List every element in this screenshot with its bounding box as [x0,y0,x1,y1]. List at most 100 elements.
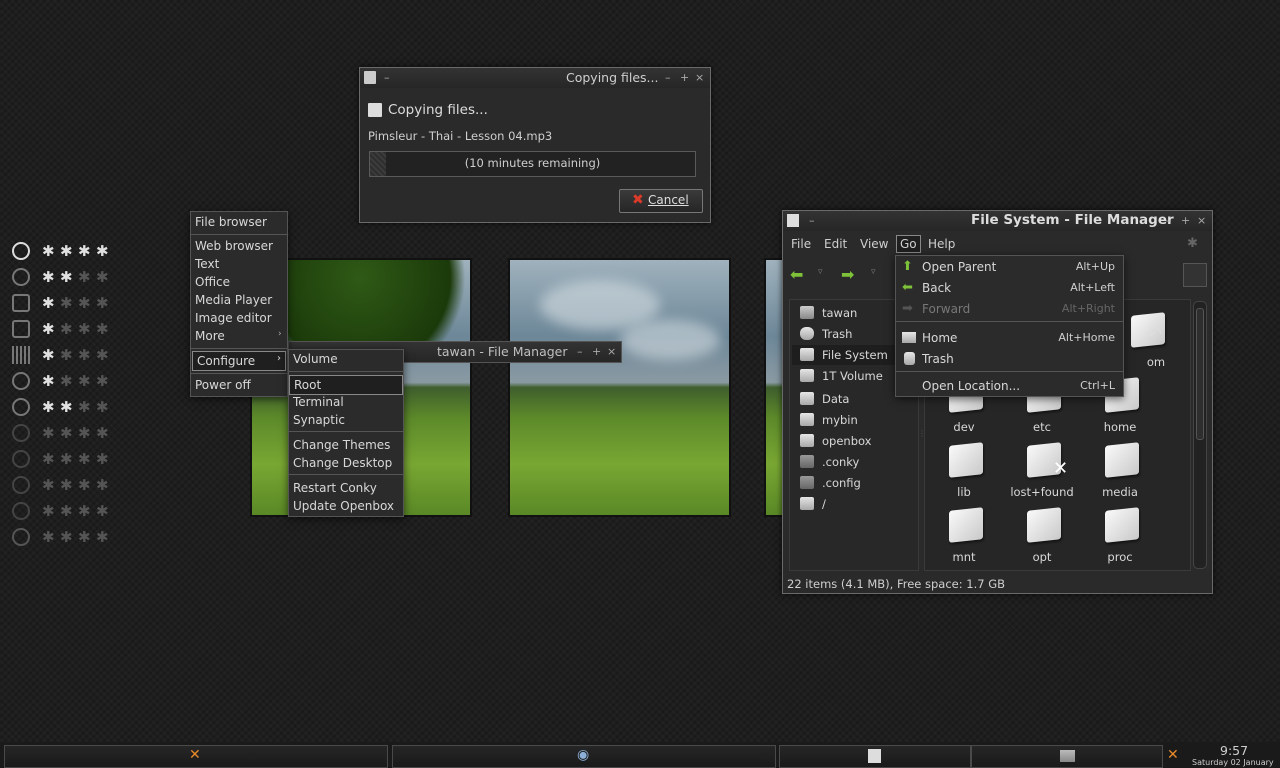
star-icon: ✱ [78,398,91,416]
no-access-icon: ✕ [1053,458,1069,479]
star-icon: ✱ [96,320,109,338]
star-icon: ✱ [42,502,55,520]
folder-icon [800,455,814,468]
menu-item-change-themes[interactable]: Change Themes [289,436,403,454]
minimize-icon[interactable]: – [665,71,671,84]
trash-icon [800,327,814,340]
dropdown-icon[interactable]: ▿ [818,267,823,277]
star-icon: ✱ [42,398,55,416]
file-manager-titlebar[interactable]: – File System - File Manager – + × [783,211,1212,231]
copy-heading: Copying files... [388,102,488,118]
taskbar-item[interactable]: ◉ [392,745,776,768]
menu-item-update-openbox[interactable]: Update Openbox [289,497,403,515]
wallpaper-preview-2[interactable] [508,258,731,517]
menu-item-file-browser[interactable]: File browser [191,213,287,231]
cancel-button[interactable]: ✖ Cancel [619,189,703,213]
bg-window-title: tawan - File Manager [437,344,568,359]
document-icon [12,294,30,312]
menu-item-configure[interactable]: Configure [192,351,286,371]
star-icon: ✱ [78,372,91,390]
close-icon[interactable]: × [607,345,616,358]
menu-item-office[interactable]: Office [191,273,287,291]
go-forward[interactable]: ➡ Forward Alt+Right [896,300,1123,318]
folder-media[interactable]: media [1085,442,1155,504]
tree-image [272,260,470,350]
star-icon: ✱ [78,424,91,442]
menu-item-web-browser[interactable]: Web browser [191,237,287,255]
go-menu: ⬆ Open Parent Alt+Up ⬅ Back Alt+Left ➡ Forwar… [895,255,1124,397]
minimize-icon[interactable]: – [1166,214,1172,227]
taskbar-item[interactable] [779,745,971,768]
menu-item-change-desktop[interactable]: Change Desktop [289,454,403,472]
tools-icon[interactable]: ✕ [1167,747,1179,763]
star-icon: ✱ [78,346,91,364]
star-icon: ✱ [42,346,55,364]
star-icon: ✱ [60,320,73,338]
close-icon[interactable]: × [1197,214,1206,227]
maximize-icon[interactable]: + [680,71,689,84]
location-dropdown-button[interactable] [1183,263,1207,287]
menu-separator [289,371,403,372]
home-folder-icon [902,332,916,343]
close-icon[interactable]: × [695,71,704,84]
go-open-parent[interactable]: ⬆ Open Parent Alt+Up [896,258,1123,276]
minimize-icon[interactable]: – [577,345,583,358]
menu-item-restart-conky[interactable]: Restart Conky [289,479,403,497]
menu-icon[interactable]: – [809,214,815,227]
menu-item-power-off[interactable]: Power off [191,376,287,394]
scrollbar-thumb[interactable] [1196,308,1204,440]
star-icon: ✱ [96,476,109,494]
menu-help[interactable]: Help [928,237,955,251]
menu-file[interactable]: File [791,237,811,251]
cloud-image [620,320,720,360]
forward-arrow-icon[interactable]: ➡ [841,265,854,284]
menu-item-root[interactable]: Root [289,375,403,395]
menu-item-synaptic[interactable]: Synaptic [289,411,403,429]
scrollbar[interactable] [1193,301,1207,569]
folder-lost-found[interactable]: ✕ lost+found [1007,442,1077,504]
taskbar-item[interactable]: ✕ [4,745,388,768]
menu-separator [289,431,403,432]
chevron-down-icon [12,450,30,468]
star-icon: ✱ [96,346,109,364]
menu-item-image-editor[interactable]: Image editor [191,309,287,327]
copy-dialog-titlebar[interactable]: – Copying files... – + × [360,68,710,88]
go-home[interactable]: Home Alt+Home [896,329,1123,347]
file-manager-icon [787,214,799,227]
copy-progress-bar: (10 minutes remaining) [369,151,696,177]
taskbar-item[interactable] [971,745,1163,768]
go-trash[interactable]: Trash [896,350,1123,368]
configure-submenu: Volume Root Terminal Synaptic Change The… [288,349,404,517]
copy-dialog: – Copying files... – + × Copying files..… [359,67,711,223]
go-back[interactable]: ⬅ Back Alt+Left [896,279,1123,297]
menu-icon[interactable]: – [384,71,390,84]
go-open-location[interactable]: Open Location... Ctrl+L [896,377,1123,395]
star-icon: ✱ [60,528,73,546]
symlink-icon: ↶ [1147,324,1163,345]
menu-go[interactable]: Go [896,235,921,253]
maximize-icon[interactable]: + [1181,214,1190,227]
menu-item-more[interactable]: More [191,327,287,345]
folder-proc[interactable]: proc [1085,507,1155,569]
left-dock: ✱ ✱ ✱ ✱ ✱ ✱ ✱ ✱ ✱ ✱ ✱ ✱ ✱ ✱ ✱ ✱ ✱ ✱ ✱ ✱ ✱ ✱ ✱ ✱ ✱ ✱ ✱ ✱ ✱ ✱ ✱ ✱ … [0,238,120,548]
menu-item-volume[interactable]: Volume [289,350,403,368]
menu-item-media-player[interactable]: Media Player [191,291,287,309]
menu-edit[interactable]: Edit [824,237,847,251]
back-arrow-icon[interactable]: ⬅ [790,265,803,284]
no-entry-icon [12,528,30,546]
dropdown-icon[interactable]: ▿ [871,267,876,277]
menu-separator [289,474,403,475]
folder-mnt[interactable]: mnt [929,507,999,569]
folder-opt[interactable]: opt [1007,507,1077,569]
asterisk-icon [12,398,30,416]
menu-view[interactable]: View [860,237,888,251]
copy-dialog-title: Copying files... [566,70,659,85]
menu-item-terminal[interactable]: Terminal [289,393,403,411]
menu-item-text[interactable]: Text [191,255,287,273]
folder-lib[interactable]: lib [929,442,999,504]
progress-text: (10 minutes remaining) [464,156,601,170]
menubar: File Edit View Go Help ✱ [783,233,1212,255]
folder-icon [1027,507,1061,543]
maximize-icon[interactable]: + [592,345,601,358]
star-icon: ✱ [42,424,55,442]
